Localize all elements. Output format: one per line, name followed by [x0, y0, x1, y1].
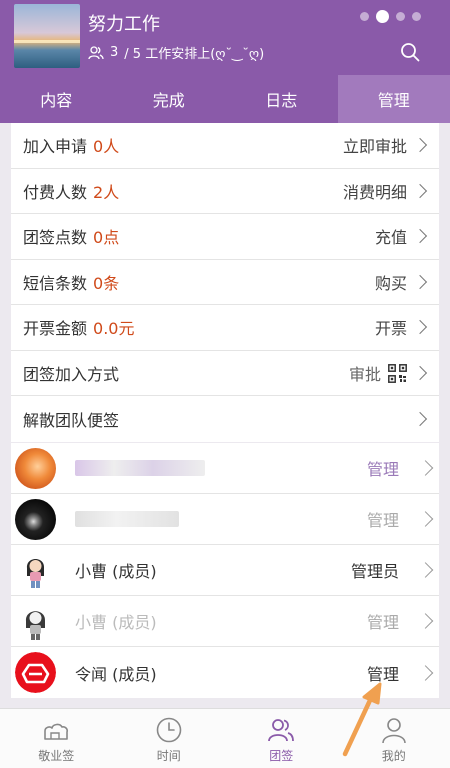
member-row[interactable]: 令闻 (成员) 管理 [11, 647, 439, 698]
recharge-link[interactable]: 充值 [375, 224, 407, 248]
member-avatar [15, 448, 56, 489]
nav-mine[interactable]: 我的 [338, 709, 450, 768]
team-icon [268, 719, 295, 742]
app-header: 努力工作 3 / 5 工作安排上(ღ˘‿˘ღ) [0, 0, 450, 75]
chevron-right-icon [417, 460, 434, 476]
spending-detail-link[interactable]: 消费明细 [343, 179, 407, 203]
member-list: 管理 管理 小曹 (成员) 管理员 小曹 (成员) 管理 令闻 (成员) 管理 [11, 443, 439, 698]
invoice-link[interactable]: 开票 [375, 315, 407, 339]
tab-manage[interactable]: 管理 [337, 75, 450, 123]
invoice-amount-row[interactable]: 开票金额 0.0元 开票 [11, 305, 439, 351]
row-value: 0.0元 [93, 319, 135, 339]
nav-label: 敬业签 [38, 749, 75, 763]
search-icon[interactable] [400, 42, 420, 62]
row-label: 解散团队便签 [23, 410, 120, 430]
approve-now-link[interactable]: 立即审批 [343, 133, 407, 157]
sms-count-row[interactable]: 短信条数 0条 购买 [11, 260, 439, 305]
chevron-right-icon [412, 274, 428, 289]
join-method-row[interactable]: 团签加入方式 审批 [11, 351, 439, 396]
chevron-right-icon [417, 511, 434, 527]
qr-code-icon[interactable] [388, 363, 407, 383]
page-dot[interactable] [412, 12, 421, 21]
row-label: 加入申请 [23, 137, 88, 157]
page-dot[interactable] [360, 12, 369, 21]
row-label: 开票金额 [23, 319, 88, 339]
chevron-right-icon [417, 562, 434, 578]
join-method-value[interactable]: 审批 [349, 361, 381, 385]
member-count: 3 [110, 45, 119, 60]
row-value: 0人 [93, 137, 120, 157]
chevron-right-icon [417, 664, 434, 681]
row-value: 0点 [93, 228, 120, 248]
chevron-right-icon [412, 365, 428, 380]
manage-member-link[interactable]: 管理 [367, 456, 399, 480]
manage-member-link[interactable]: 管理 [367, 661, 399, 685]
member-name: 小曹 (成员) [75, 562, 157, 581]
blurred-member-name [75, 511, 179, 527]
chevron-right-icon [412, 411, 428, 426]
chevron-right-icon [412, 229, 428, 244]
page-dot[interactable] [396, 12, 405, 21]
member-row[interactable]: 小曹 (成员) 管理员 [11, 545, 439, 596]
nav-time[interactable]: 时间 [113, 709, 226, 768]
tab-bar: 内容 完成 日志 管理 [0, 75, 450, 123]
red-logo-avatar [15, 652, 56, 693]
tab-log[interactable]: 日志 [225, 75, 338, 123]
cloud-note-icon [44, 723, 69, 740]
page-dot-active[interactable] [376, 10, 389, 23]
page-indicator [360, 10, 421, 23]
chevron-right-icon [417, 613, 434, 629]
row-label: 短信条数 [23, 273, 88, 293]
nav-label: 我的 [381, 749, 406, 763]
team-cover-image[interactable] [14, 4, 80, 68]
clock-icon [156, 717, 182, 743]
bottom-nav: 敬业签 时间 团签 我的 [0, 708, 450, 768]
nav-label: 时间 [156, 749, 181, 763]
row-label: 付费人数 [23, 182, 88, 202]
member-avatar [15, 499, 56, 540]
member-row[interactable]: 管理 [11, 443, 439, 494]
member-row[interactable]: 小曹 (成员) 管理 [11, 596, 439, 647]
manage-member-link[interactable]: 管理 [367, 507, 399, 531]
paid-members-row[interactable]: 付费人数 2人 消费明细 [11, 169, 439, 214]
dissolve-team-row[interactable]: 解散团队便签 [11, 396, 439, 442]
join-requests-row[interactable]: 加入申请 0人 立即审批 [11, 123, 439, 169]
chevron-right-icon [412, 138, 428, 153]
team-points-row[interactable]: 团签点数 0点 充值 [11, 214, 439, 260]
cartoon-girl-bw-avatar [15, 601, 56, 642]
team-description: / 5 工作安排上(ღ˘‿˘ღ) [124, 47, 265, 62]
team-title: 努力工作 [88, 14, 160, 35]
tab-content[interactable]: 内容 [0, 75, 113, 123]
member-role[interactable]: 管理员 [351, 558, 399, 582]
nav-team[interactable]: 团签 [225, 709, 338, 768]
chevron-right-icon [412, 320, 428, 335]
blurred-member-name [75, 460, 205, 476]
member-name: 令闻 (成员) [75, 664, 157, 684]
cartoon-girl-avatar [15, 550, 56, 591]
member-row[interactable]: 管理 [11, 494, 439, 545]
row-value: 2人 [93, 182, 120, 202]
members-icon [88, 45, 104, 59]
person-icon [381, 718, 406, 744]
team-subtitle-line: 3 / 5 工作安排上(ღ˘‿˘ღ) [88, 43, 264, 62]
row-value: 0条 [93, 273, 120, 293]
row-label: 团签点数 [23, 228, 88, 248]
manage-member-link[interactable]: 管理 [367, 609, 399, 633]
buy-link[interactable]: 购买 [375, 270, 407, 294]
nav-label: 团签 [269, 749, 294, 763]
nav-jingyeqian[interactable]: 敬业签 [0, 709, 113, 768]
manage-settings-list: 加入申请 0人 立即审批 付费人数 2人 消费明细 团签点数 0点 充值 短信条… [11, 123, 439, 442]
row-label: 团签加入方式 [23, 364, 120, 384]
member-name: 小曹 (成员) [75, 613, 157, 632]
chevron-right-icon [412, 183, 428, 198]
tab-done[interactable]: 完成 [113, 75, 226, 123]
